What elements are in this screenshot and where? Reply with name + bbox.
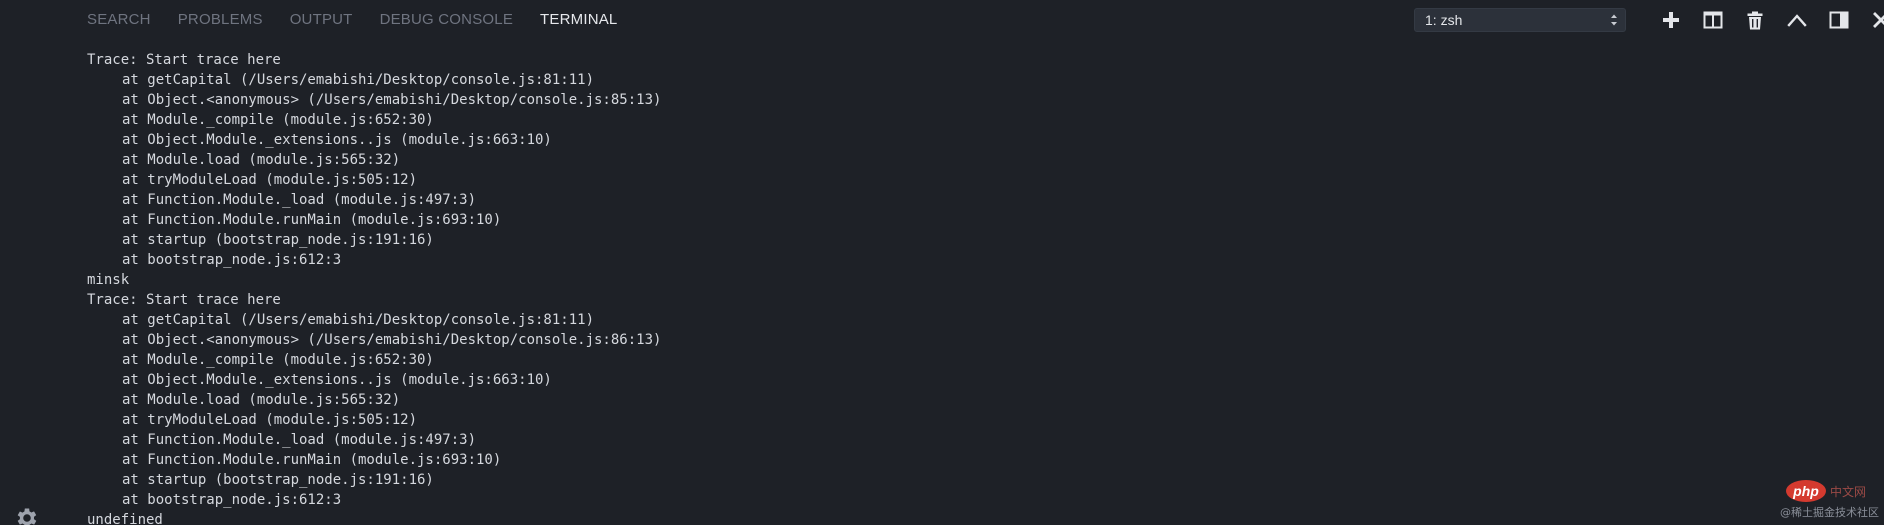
terminal-line: undefined bbox=[87, 512, 163, 525]
watermark-site: 中文网 bbox=[1830, 485, 1867, 499]
terminal-line: at getCapital (/Users/emabishi/Desktop/c… bbox=[122, 312, 595, 328]
terminal-line: at Function.Module.runMain (module.js:69… bbox=[122, 212, 502, 228]
terminal-line: at tryModuleLoad (module.js:505:12) bbox=[122, 172, 418, 188]
tab-search[interactable]: SEARCH bbox=[87, 0, 151, 40]
terminal-line: at Module._compile (module.js:652:30) bbox=[122, 352, 434, 368]
toggle-panel-position-button[interactable] bbox=[1826, 7, 1852, 33]
terminal-line: at Function.Module._load (module.js:497:… bbox=[122, 192, 477, 208]
updown-arrows-icon bbox=[1611, 14, 1617, 26]
trash-icon bbox=[1747, 11, 1763, 29]
terminal-line: at startup (bootstrap_node.js:191:16) bbox=[122, 232, 434, 248]
chevron-up-icon bbox=[1787, 14, 1807, 27]
watermark-logo: php bbox=[1786, 480, 1826, 502]
terminal-line: at Object.Module._extensions..js (module… bbox=[122, 372, 552, 388]
tab-debug-console[interactable]: DEBUG CONSOLE bbox=[380, 0, 513, 40]
terminal-line: Trace: Start trace here bbox=[87, 292, 281, 308]
terminal-line: at Object.<anonymous> (/Users/emabishi/D… bbox=[122, 92, 662, 108]
terminal-line: at Object.<anonymous> (/Users/emabishi/D… bbox=[122, 332, 662, 348]
terminal-line: Trace: Start trace here bbox=[87, 52, 281, 68]
terminal-line: at getCapital (/Users/emabishi/Desktop/c… bbox=[122, 72, 595, 88]
panel-tab-bar: SEARCH PROBLEMS OUTPUT DEBUG CONSOLE TER… bbox=[0, 0, 1884, 40]
panel-tabs: SEARCH PROBLEMS OUTPUT DEBUG CONSOLE TER… bbox=[87, 0, 644, 40]
terminal-line: at bootstrap_node.js:612:3 bbox=[122, 492, 342, 508]
terminal-line: at Object.Module._extensions..js (module… bbox=[122, 132, 552, 148]
gear-icon[interactable] bbox=[14, 505, 40, 525]
terminal-select[interactable]: 1: zsh bbox=[1414, 8, 1626, 32]
tab-output[interactable]: OUTPUT bbox=[290, 0, 353, 40]
kill-terminal-button[interactable] bbox=[1742, 7, 1768, 33]
terminal-line: at bootstrap_node.js:612:3 bbox=[122, 252, 342, 268]
plus-icon bbox=[1663, 12, 1679, 28]
tab-problems[interactable]: PROBLEMS bbox=[178, 0, 263, 40]
new-terminal-button[interactable] bbox=[1658, 7, 1684, 33]
watermark-caption: @稀土掘金技术社区 bbox=[1780, 506, 1879, 519]
terminal-line: at Module.load (module.js:565:32) bbox=[122, 152, 401, 168]
terminal-line: at Function.Module._load (module.js:497:… bbox=[122, 432, 477, 448]
terminal-select-value: 1: zsh bbox=[1425, 12, 1463, 28]
split-terminal-button[interactable] bbox=[1700, 7, 1726, 33]
tab-terminal[interactable]: TERMINAL bbox=[540, 0, 617, 40]
terminal-line: at Function.Module.runMain (module.js:69… bbox=[122, 452, 502, 468]
terminal-line: at Module.load (module.js:565:32) bbox=[122, 392, 401, 408]
terminal-output[interactable]: Trace: Start trace here at getCapital (/U… bbox=[87, 50, 1787, 525]
terminal-panel: SEARCH PROBLEMS OUTPUT DEBUG CONSOLE TER… bbox=[0, 0, 1884, 525]
watermark: php 中文网 @稀土掘金技术社区 bbox=[1780, 480, 1884, 520]
maximize-panel-button[interactable] bbox=[1784, 7, 1810, 33]
terminal-line: at Module._compile (module.js:652:30) bbox=[122, 112, 434, 128]
panel-actions: 1: zsh bbox=[1414, 7, 1884, 33]
close-icon bbox=[1873, 12, 1884, 28]
split-icon bbox=[1703, 11, 1723, 29]
terminal-line: minsk bbox=[87, 272, 130, 288]
terminal-line: at tryModuleLoad (module.js:505:12) bbox=[122, 412, 418, 428]
close-panel-button[interactable] bbox=[1868, 7, 1884, 33]
terminal-line: at startup (bootstrap_node.js:191:16) bbox=[122, 472, 434, 488]
panel-right-icon bbox=[1829, 11, 1849, 29]
